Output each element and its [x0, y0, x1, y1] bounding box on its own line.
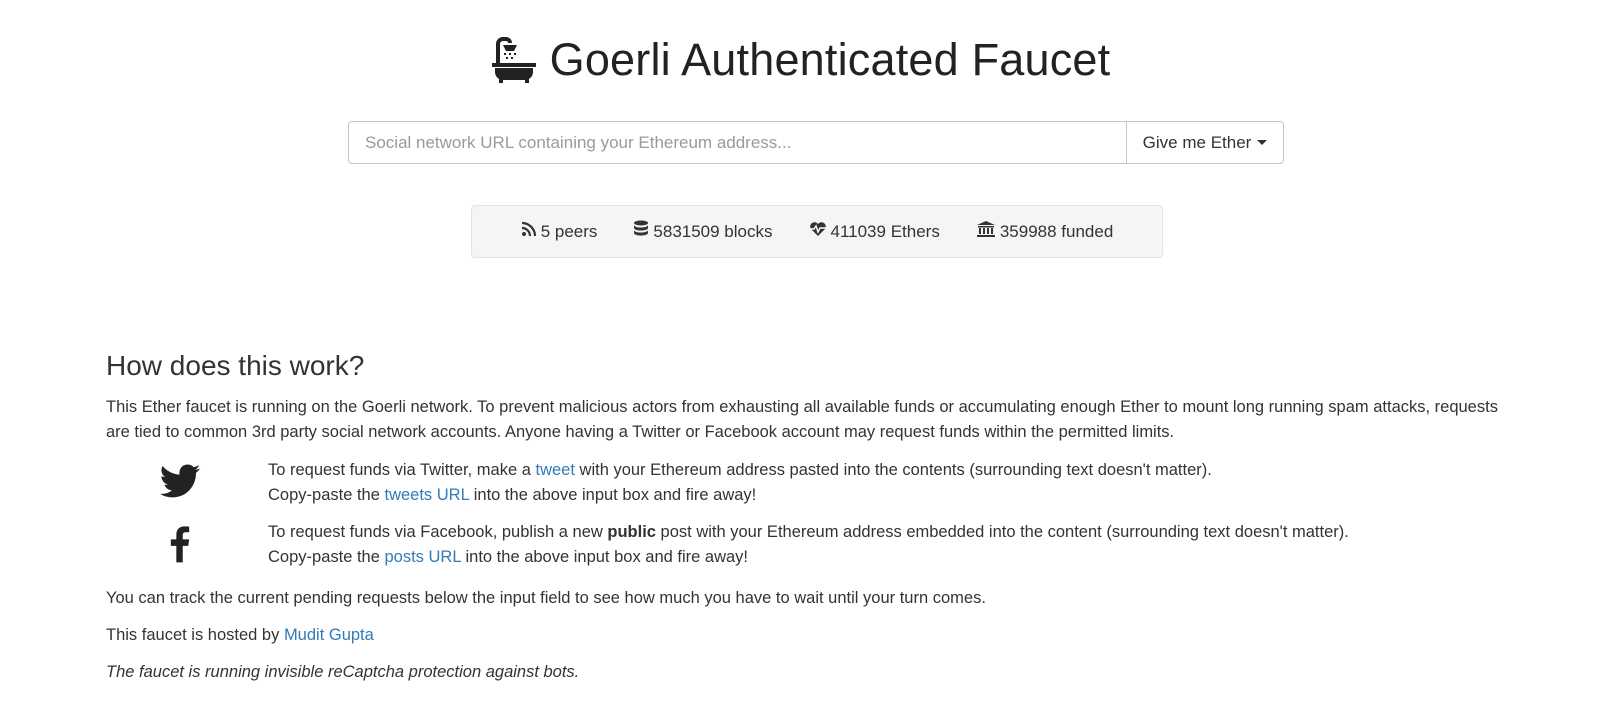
intro-paragraph: This Ether faucet is running on the Goer… — [106, 398, 1498, 441]
facebook-line-1: To request funds via Facebook, publish a… — [268, 520, 1349, 545]
hosted-by-note: This faucet is hosted by Mudit Gupta — [106, 623, 1526, 648]
hosted-by-pre: This faucet is hosted by — [106, 626, 284, 644]
rss-icon — [521, 221, 541, 242]
twitter-line-2-pre: Copy-paste the — [268, 486, 385, 504]
facebook-line-2-post: into the above input box and fire away! — [460, 548, 749, 566]
facebook-line-1-pre: To request funds via Facebook, publish a… — [268, 523, 608, 541]
twitter-line-1-post: with your Ethereum address pasted into t… — [574, 461, 1212, 479]
tweet-link[interactable]: tweet — [536, 461, 575, 479]
facebook-line-1-post: post with your Ethereum address embedded… — [655, 523, 1349, 541]
facebook-instructions: To request funds via Facebook, publish a… — [158, 520, 1526, 570]
faucet-page: Goerli Authenticated Faucet Give me Ethe… — [0, 0, 1600, 724]
facebook-text: To request funds via Facebook, publish a… — [268, 520, 1349, 570]
stat-peers: 5 peers — [521, 221, 598, 242]
twitter-line-1-pre: To request funds via Twitter, make a — [268, 461, 536, 479]
twitter-instructions: To request funds via Twitter, make a twe… — [158, 458, 1526, 508]
caret-down-icon — [1257, 140, 1268, 145]
social-instructions: To request funds via Twitter, make a twe… — [158, 458, 1526, 570]
heartbeat-icon — [809, 221, 831, 242]
social-url-input[interactable] — [348, 121, 1126, 164]
twitter-line-1: To request funds via Twitter, make a twe… — [268, 458, 1212, 483]
host-link[interactable]: Mudit Gupta — [284, 626, 374, 644]
facebook-line-2-pre: Copy-paste the — [268, 548, 385, 566]
recaptcha-note: The faucet is running invisible reCaptch… — [106, 663, 580, 681]
funded-count: 359988 funded — [999, 221, 1114, 241]
blocks-count: 5831509 blocks — [653, 221, 773, 241]
how-it-works-section: How does this work? This Ether faucet is… — [106, 350, 1526, 697]
give-me-ether-label: Give me Ether — [1142, 132, 1252, 152]
section-heading: How does this work? — [106, 350, 365, 381]
twitter-line-2: Copy-paste the tweets URL into the above… — [268, 483, 1212, 508]
give-me-ether-button[interactable]: Give me Ether — [1126, 121, 1284, 164]
twitter-icon — [158, 460, 202, 504]
twitter-line-2-post: into the above input box and fire away! — [469, 486, 757, 504]
stat-funded: 359988 funded — [976, 220, 1113, 243]
posts-url-link[interactable]: posts URL — [384, 548, 460, 566]
facebook-line-2: Copy-paste the posts URL into the above … — [268, 545, 1349, 570]
facebook-icon — [158, 522, 202, 566]
stats-bar: 5 peers 5831509 blocks 411039 Ethers 359… — [471, 205, 1163, 258]
page-title: Goerli Authenticated Faucet — [549, 34, 1111, 85]
stat-ethers: 411039 Ethers — [809, 221, 940, 242]
footer-notes: You can track the current pending reques… — [106, 586, 1526, 685]
database-icon — [633, 220, 653, 243]
peers-count: 5 peers — [540, 221, 598, 241]
stat-blocks: 5831509 blocks — [633, 220, 773, 243]
request-input-group: Give me Ether — [348, 121, 1284, 164]
bank-icon — [976, 220, 1000, 243]
ethers-count: 411039 Ethers — [830, 221, 940, 241]
page-header: Goerli Authenticated Faucet — [0, 34, 1600, 86]
bath-icon — [490, 36, 538, 84]
public-emphasis: public — [607, 523, 656, 541]
tracking-note: You can track the current pending reques… — [106, 589, 986, 607]
twitter-text: To request funds via Twitter, make a twe… — [268, 458, 1212, 508]
tweets-url-link[interactable]: tweets URL — [384, 486, 469, 504]
